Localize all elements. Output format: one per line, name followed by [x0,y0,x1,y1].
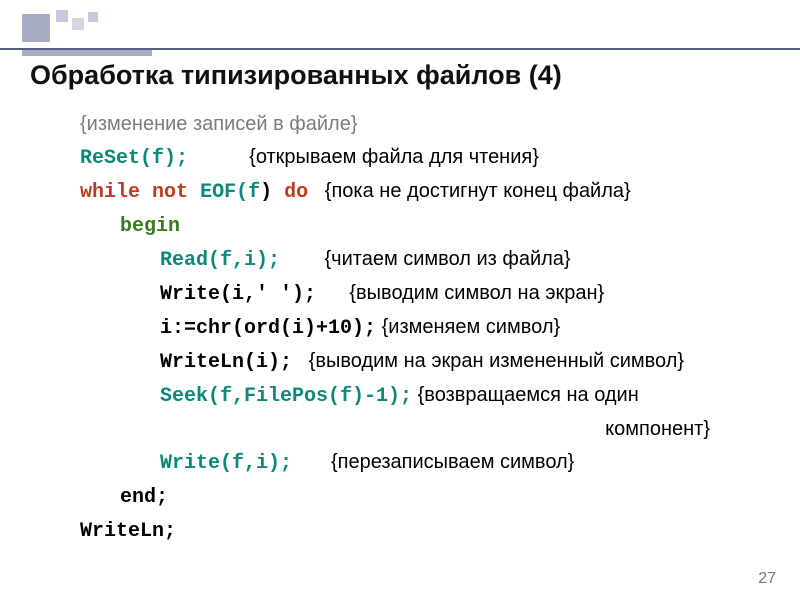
comment-assign: {изменяем символ} [376,316,560,338]
header-rule-accent [22,50,152,56]
line-end: end; [80,480,770,514]
comment-reset: {открываем файла для чтения} [188,146,539,168]
comment-seek2: компонент} [80,413,770,446]
deco-square-large [22,14,50,42]
header-decoration [22,6,142,48]
line-seek: Seek(f,FilePos(f)-1); {возвращаемся на о… [80,379,770,413]
code-eof: EOF(f [200,181,260,204]
comment-write1: {выводим символ на экран} [316,282,604,304]
comment-top: {изменение записей в файле} [80,108,770,141]
comment-writeln1: {выводим на экран измененный символ} [292,350,684,372]
code-write1: Write(i,' '); [160,283,316,306]
line-read: Read(f,i); {читаем символ из файла} [80,243,770,277]
code-assign: i:=chr(ord(i)+10); [160,317,376,340]
kw-not: not [152,181,188,204]
kw-begin: begin [120,215,180,238]
line-while: while not EOF(f) do {пока не достигнут к… [80,175,770,209]
comment-seek: {возвращаемся на один [412,384,639,406]
code-block: {изменение записей в файле} ReSet(f); {о… [80,108,770,548]
line-writeln1: WriteLn(i); {выводим на экран измененный… [80,345,770,379]
line-begin: begin [80,209,770,243]
deco-square-2 [72,18,84,30]
code-reset: ReSet(f); [80,147,188,170]
comment-text: {изменение записей в файле} [80,113,358,135]
deco-square-1 [56,10,68,22]
code-seek: Seek(f,FilePos(f)-1); [160,385,412,408]
line-assign: i:=chr(ord(i)+10); {изменяем символ} [80,311,770,345]
page-number: 27 [758,570,776,588]
code-write2: Write(f,i); [160,452,292,475]
line-reset: ReSet(f); {открываем файла для чтения} [80,141,770,175]
kw-do: do [284,181,308,204]
comment-read: {читаем символ из файла} [280,248,571,270]
line-write1: Write(i,' '); {выводим символ на экран} [80,277,770,311]
line-seek-cont: компонент} [80,413,770,446]
deco-square-3 [88,12,98,22]
slide-title: Обработка типизированных файлов (4) [30,60,562,91]
code-writeln2: WriteLn; [80,520,176,543]
slide: Обработка типизированных файлов (4) {изм… [0,0,800,600]
comment-write2: {перезаписываем символ} [292,451,574,473]
kw-end: end; [120,486,168,509]
code-read: Read(f,i); [160,249,280,272]
kw-while: while [80,181,140,204]
comment-while: {пока не достигнут конец файла} [308,180,631,202]
code-writeln1: WriteLn(i); [160,351,292,374]
line-write2: Write(f,i); {перезаписываем символ} [80,446,770,480]
line-writeln2: WriteLn; [80,514,770,548]
